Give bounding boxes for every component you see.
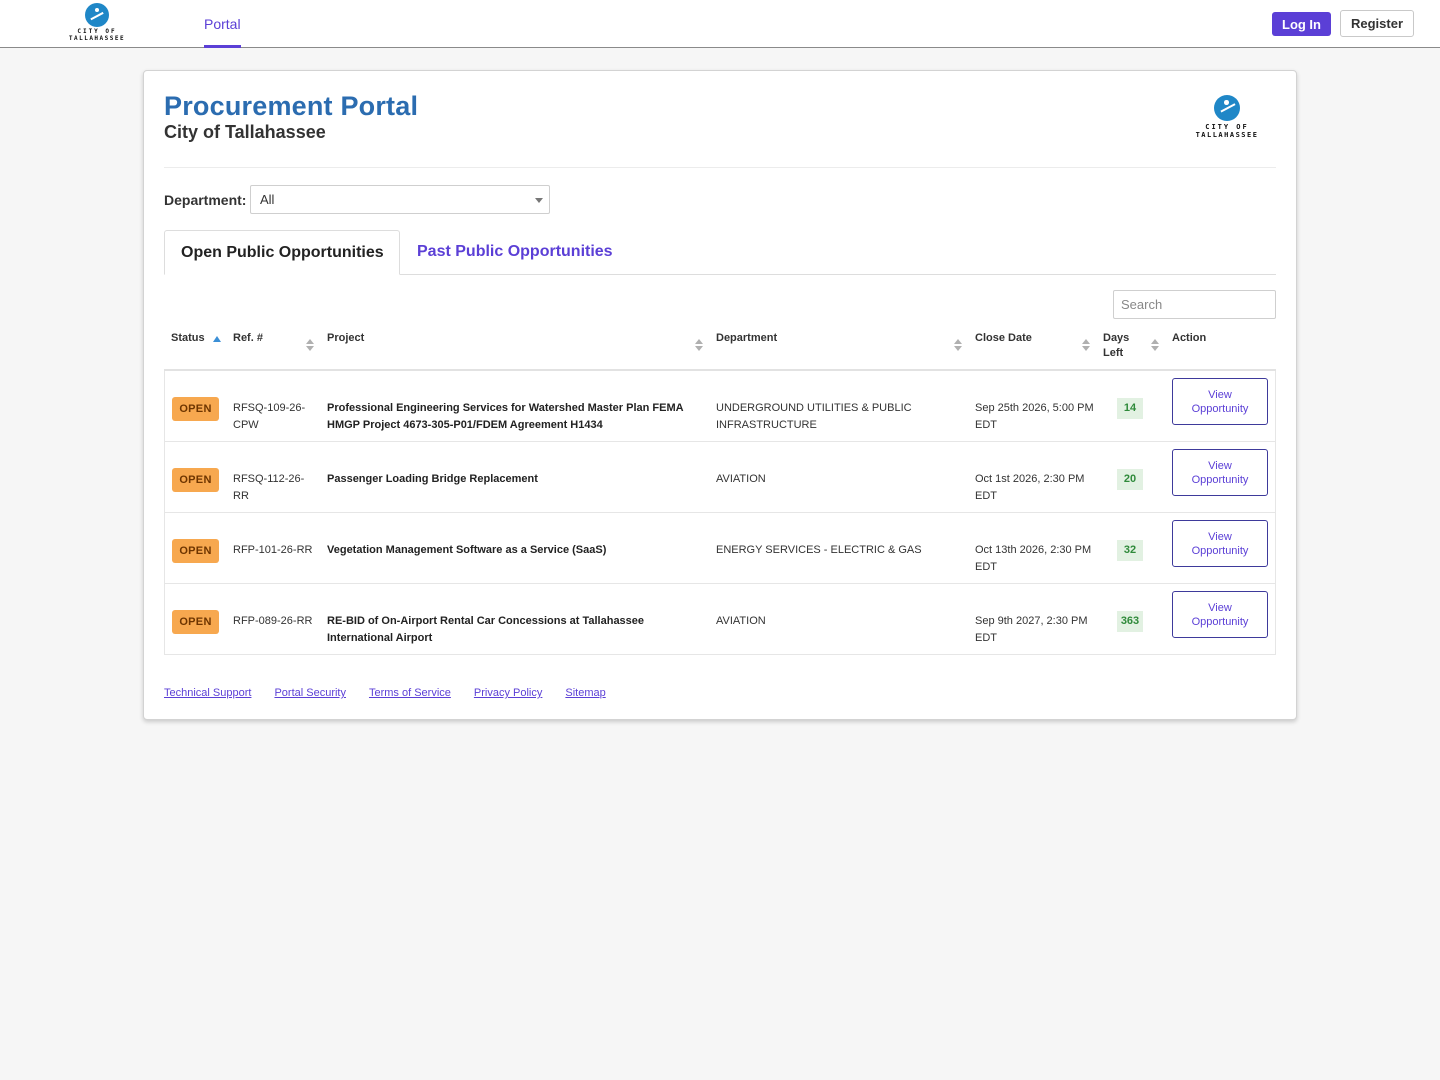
sort-icon[interactable] (306, 339, 314, 353)
status-badge: OPEN (172, 468, 219, 492)
sort-asc-icon[interactable] (213, 336, 221, 342)
view-opportunity-button[interactable]: View Opportunity (1172, 591, 1268, 638)
project-name: Passenger Loading Bridge Replacement (327, 473, 538, 485)
footer-links: Technical Support Portal Security Terms … (164, 687, 606, 699)
top-navbar: CITY OF TALLAHASSEE Portal Log In Regist… (0, 0, 1440, 48)
department-select[interactable]: All (250, 185, 550, 214)
days-left-badge: 20 (1117, 469, 1143, 490)
footer-link-privacy-policy[interactable]: Privacy Policy (474, 687, 542, 699)
col-header-label: Close Date (975, 332, 1032, 344)
col-header-label: Ref. # (233, 332, 263, 344)
footer-link-sitemap[interactable]: Sitemap (565, 687, 605, 699)
department-name: ENERGY SERVICES - ELECTRIC & GAS (716, 544, 922, 556)
divider (164, 167, 1276, 168)
close-date: Sep 25th 2026, 5:00 PM EDT (975, 402, 1094, 431)
table-row: OPEN RFSQ-109-26-CPW Professional Engine… (165, 371, 1275, 442)
ref-number: RFP-089-26-RR (233, 615, 313, 627)
tab-open-opportunities[interactable]: Open Public Opportunities (164, 230, 400, 275)
col-header-action: Action (1172, 331, 1206, 346)
col-header-project[interactable]: Project (327, 331, 364, 346)
ref-number: RFSQ-112-26-RR (233, 473, 305, 502)
page-subtitle: City of Tallahassee (164, 122, 326, 142)
logo-line2: TALLAHASSEE (68, 35, 126, 42)
department-name: AVIATION (716, 615, 766, 627)
status-badge: OPEN (172, 539, 219, 563)
status-badge: OPEN (172, 610, 219, 634)
close-date: Oct 1st 2026, 2:30 PM EDT (975, 473, 1085, 502)
col-header-department[interactable]: Department (716, 331, 777, 346)
dropdown-caret-icon (535, 198, 543, 203)
col-header-label: Project (327, 332, 365, 344)
footer-link-portal-security[interactable]: Portal Security (274, 687, 346, 699)
col-header-label: Days Left (1103, 332, 1130, 359)
city-logo-emblem-icon (1214, 95, 1240, 121)
table-row: OPEN RFSQ-112-26-RR Passenger Loading Br… (165, 442, 1275, 513)
col-header-status[interactable]: Status (171, 331, 205, 346)
table-row: OPEN RFP-089-26-RR RE-BID of On-Airport … (165, 584, 1275, 655)
view-opportunity-button[interactable]: View Opportunity (1172, 378, 1268, 425)
col-header-days-left[interactable]: Days Left (1103, 331, 1139, 361)
project-name: RE-BID of On-Airport Rental Car Concessi… (327, 615, 645, 644)
login-button[interactable]: Log In (1272, 12, 1331, 36)
days-left-badge: 32 (1117, 540, 1143, 561)
project-name: Professional Engineering Services for Wa… (327, 402, 684, 431)
register-button[interactable]: Register (1340, 10, 1414, 37)
department-name: UNDERGROUND UTILITIES & PUBLIC INFRASTRU… (716, 402, 912, 431)
col-header-close-date[interactable]: Close Date (975, 331, 1032, 346)
table-header: Status Ref. # Project Department Close D… (164, 329, 1276, 371)
department-select-value: All (260, 192, 275, 207)
header-city-logo: CITY OF TALLAHASSEE (1184, 95, 1270, 139)
sort-icon[interactable] (695, 339, 703, 353)
logo-line1: CITY OF (1205, 123, 1249, 131)
col-header-ref[interactable]: Ref. # (233, 331, 263, 346)
sort-icon[interactable] (1082, 339, 1090, 353)
days-left-badge: 14 (1117, 398, 1143, 419)
footer-link-technical-support[interactable]: Technical Support (164, 687, 251, 699)
view-opportunity-button[interactable]: View Opportunity (1172, 449, 1268, 496)
view-opportunity-button[interactable]: View Opportunity (1172, 520, 1268, 567)
project-name: Vegetation Management Software as a Serv… (327, 544, 607, 556)
page-title: Procurement Portal (164, 91, 419, 121)
main-card: Procurement Portal City of Tallahassee C… (143, 70, 1297, 720)
close-date: Oct 13th 2026, 2:30 PM EDT (975, 544, 1092, 573)
col-header-label: Status (171, 332, 205, 344)
department-name: AVIATION (716, 473, 766, 485)
col-header-label: Action (1172, 332, 1207, 344)
footer-link-terms-of-service[interactable]: Terms of Service (369, 687, 451, 699)
sort-icon[interactable] (954, 339, 962, 353)
department-label: Department: (164, 192, 247, 208)
ref-number: RFP-101-26-RR (233, 544, 313, 556)
table-row: OPEN RFP-101-26-RR Vegetation Management… (165, 513, 1275, 584)
sort-icon[interactable] (1151, 339, 1159, 353)
tab-past-opportunities[interactable]: Past Public Opportunities (417, 230, 613, 275)
status-badge: OPEN (172, 397, 219, 421)
close-date: Sep 9th 2027, 2:30 PM EDT (975, 615, 1088, 644)
days-left-badge: 363 (1117, 611, 1143, 632)
search-input[interactable] (1113, 290, 1276, 319)
city-logo[interactable]: CITY OF TALLAHASSEE (58, 3, 136, 42)
logo-line2: TALLAHASSEE (1195, 131, 1259, 139)
city-logo-emblem-icon (85, 3, 109, 27)
col-header-label: Department (716, 332, 778, 344)
nav-portal-link[interactable]: Portal (204, 0, 241, 48)
table-body: OPEN RFSQ-109-26-CPW Professional Engine… (164, 371, 1276, 655)
ref-number: RFSQ-109-26-CPW (233, 402, 306, 431)
